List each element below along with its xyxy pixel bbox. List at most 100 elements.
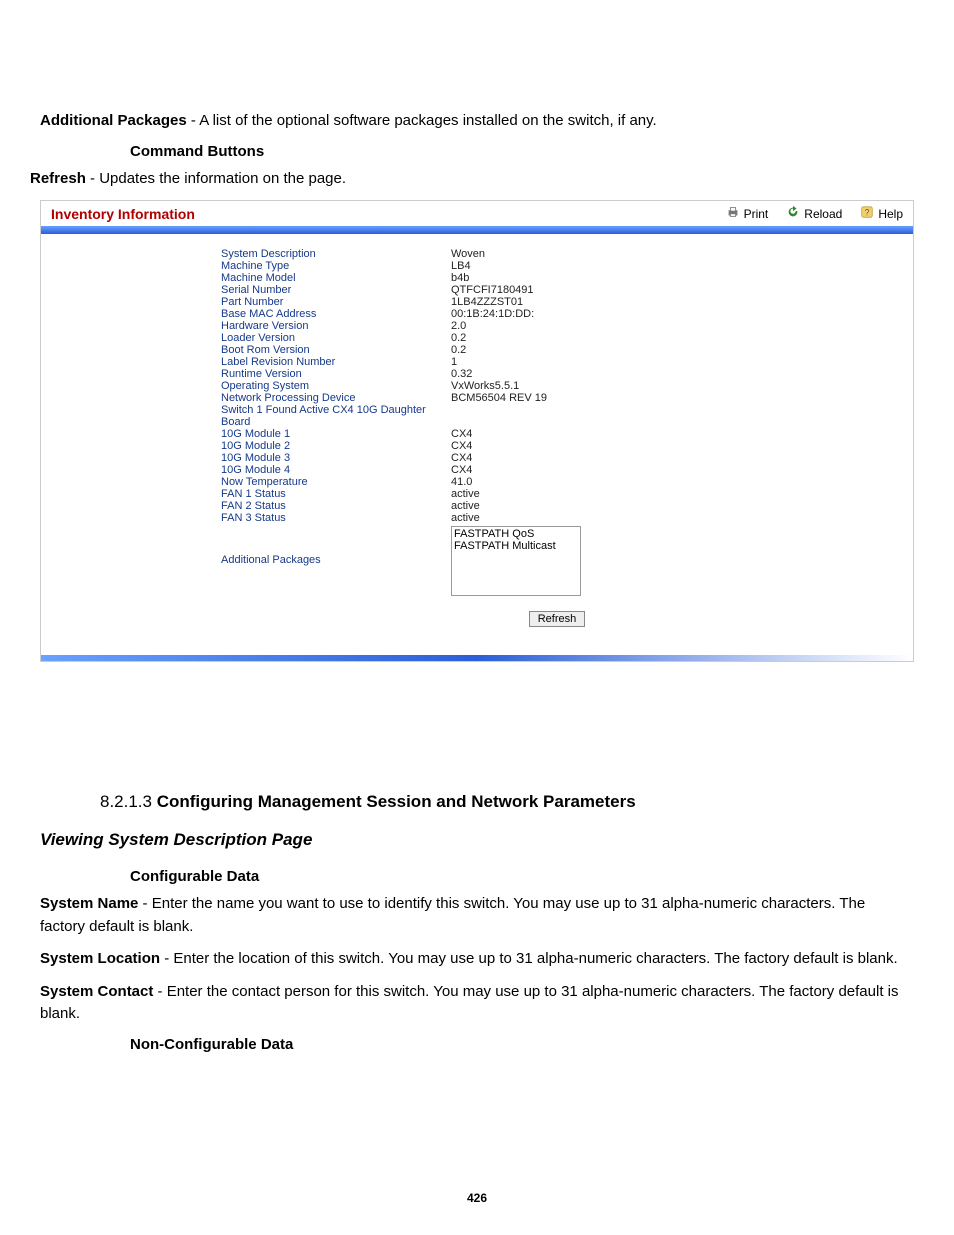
info-value: 0.32: [451, 368, 472, 380]
info-label: Label Revision Number: [221, 356, 451, 368]
additional-packages-textarea[interactable]: [451, 526, 581, 596]
system-location-text: - Enter the location of this switch. You…: [160, 950, 898, 967]
reload-button[interactable]: Reload: [786, 205, 842, 222]
info-row: Label Revision Number1: [221, 356, 893, 368]
info-label: Machine Type: [221, 260, 451, 272]
info-value: active: [451, 488, 480, 500]
info-row: Boot Rom Version0.2: [221, 344, 893, 356]
help-icon: ?: [860, 205, 874, 222]
panel-divider-bottom: [41, 655, 913, 661]
command-buttons-heading: Command Buttons: [130, 143, 914, 160]
info-label: Network Processing Device: [221, 392, 451, 404]
info-value: b4b: [451, 272, 469, 284]
info-label: Switch 1 Found Active CX4 10G Daughter B…: [221, 404, 451, 428]
info-label: Runtime Version: [221, 368, 451, 380]
reload-label: Reload: [804, 207, 842, 221]
info-label: FAN 2 Status: [221, 500, 451, 512]
info-value: BCM56504 REV 19: [451, 392, 547, 404]
reload-icon: [786, 205, 800, 222]
info-row: Operating SystemVxWorks5.5.1: [221, 380, 893, 392]
info-row: System DescriptionWoven: [221, 248, 893, 260]
additional-packages-row-label: Additional Packages: [221, 526, 451, 566]
info-row: Network Processing DeviceBCM56504 REV 19: [221, 392, 893, 404]
info-value: VxWorks5.5.1: [451, 380, 519, 392]
info-value: 41.0: [451, 476, 472, 488]
info-label: System Description: [221, 248, 451, 260]
info-label: 10G Module 4: [221, 464, 451, 476]
system-name-text: - Enter the name you want to use to iden…: [40, 895, 865, 935]
info-label: Base MAC Address: [221, 308, 451, 320]
info-label: FAN 1 Status: [221, 488, 451, 500]
intro-additional-packages: Additional Packages - A list of the opti…: [40, 110, 914, 133]
info-row: Hardware Version2.0: [221, 320, 893, 332]
system-location-para: System Location - Enter the location of …: [40, 948, 914, 971]
info-value: QTFCFI7180491: [451, 284, 534, 296]
info-value: 0.2: [451, 344, 466, 356]
print-label: Print: [744, 207, 769, 221]
system-contact-text: - Enter the contact person for this swit…: [40, 983, 898, 1023]
info-value: CX4: [451, 452, 472, 464]
info-value: active: [451, 512, 480, 524]
print-button[interactable]: Print: [726, 205, 769, 222]
section-8-2-1-3-heading: 8.2.1.3 Configuring Management Session a…: [100, 792, 914, 812]
info-label: Machine Model: [221, 272, 451, 284]
refresh-button[interactable]: Refresh: [529, 611, 586, 627]
info-value: 2.0: [451, 320, 466, 332]
info-row: Now Temperature41.0: [221, 476, 893, 488]
info-row: Loader Version0.2: [221, 332, 893, 344]
info-row: 10G Module 1CX4: [221, 428, 893, 440]
info-row: 10G Module 2CX4: [221, 440, 893, 452]
section-number: 8.2.1.3: [100, 792, 157, 811]
info-label: 10G Module 2: [221, 440, 451, 452]
info-label: Now Temperature: [221, 476, 451, 488]
inventory-panel: Inventory Information Print Reload: [40, 200, 914, 662]
system-name-para: System Name - Enter the name you want to…: [40, 893, 914, 938]
info-value: 00:1B:24:1D:DD:: [451, 308, 534, 320]
info-row: Serial NumberQTFCFI7180491: [221, 284, 893, 296]
panel-header: Inventory Information Print Reload: [41, 201, 913, 226]
help-label: Help: [878, 207, 903, 221]
info-value: LB4: [451, 260, 471, 272]
info-row: FAN 2 Statusactive: [221, 500, 893, 512]
info-label: Loader Version: [221, 332, 451, 344]
intro-refresh: Refresh - Updates the information on the…: [30, 168, 914, 191]
info-row: Switch 1 Found Active CX4 10G Daughter B…: [221, 404, 893, 428]
info-label: FAN 3 Status: [221, 512, 451, 524]
info-value: CX4: [451, 440, 472, 452]
info-row: 10G Module 4CX4: [221, 464, 893, 476]
system-contact-label: System Contact: [40, 983, 153, 1000]
panel-divider-top: [41, 226, 913, 234]
additional-packages-label: Additional Packages: [40, 112, 187, 129]
panel-title: Inventory Information: [51, 206, 195, 222]
info-row: FAN 3 Statusactive: [221, 512, 893, 524]
system-contact-para: System Contact - Enter the contact perso…: [40, 981, 914, 1026]
system-location-label: System Location: [40, 950, 160, 967]
info-label: Part Number: [221, 296, 451, 308]
info-label: Operating System: [221, 380, 451, 392]
info-row: Machine Modelb4b: [221, 272, 893, 284]
printer-icon: [726, 205, 740, 222]
additional-packages-value: [451, 526, 581, 599]
info-row: Base MAC Address00:1B:24:1D:DD:: [221, 308, 893, 320]
panel-actions: Print Reload ? Help: [726, 205, 903, 222]
info-row: Runtime Version0.32: [221, 368, 893, 380]
info-value: 1: [451, 356, 457, 368]
info-value: Woven: [451, 248, 485, 260]
info-value: 1LB4ZZZST01: [451, 296, 523, 308]
info-row: Machine TypeLB4: [221, 260, 893, 272]
non-configurable-data-heading: Non-Configurable Data: [130, 1036, 914, 1053]
info-value: 0.2: [451, 332, 466, 344]
configurable-data-heading: Configurable Data: [130, 868, 914, 885]
help-button[interactable]: ? Help: [860, 205, 903, 222]
info-label: Boot Rom Version: [221, 344, 451, 356]
info-value: CX4: [451, 464, 472, 476]
viewing-system-description-heading: Viewing System Description Page: [40, 830, 914, 850]
refresh-text: - Updates the information on the page.: [86, 170, 346, 187]
info-row: 10G Module 3CX4: [221, 452, 893, 464]
info-value: active: [451, 500, 480, 512]
info-value: CX4: [451, 428, 472, 440]
info-label: Hardware Version: [221, 320, 451, 332]
info-row: FAN 1 Statusactive: [221, 488, 893, 500]
system-name-label: System Name: [40, 895, 138, 912]
page-number: 426: [0, 1191, 954, 1205]
